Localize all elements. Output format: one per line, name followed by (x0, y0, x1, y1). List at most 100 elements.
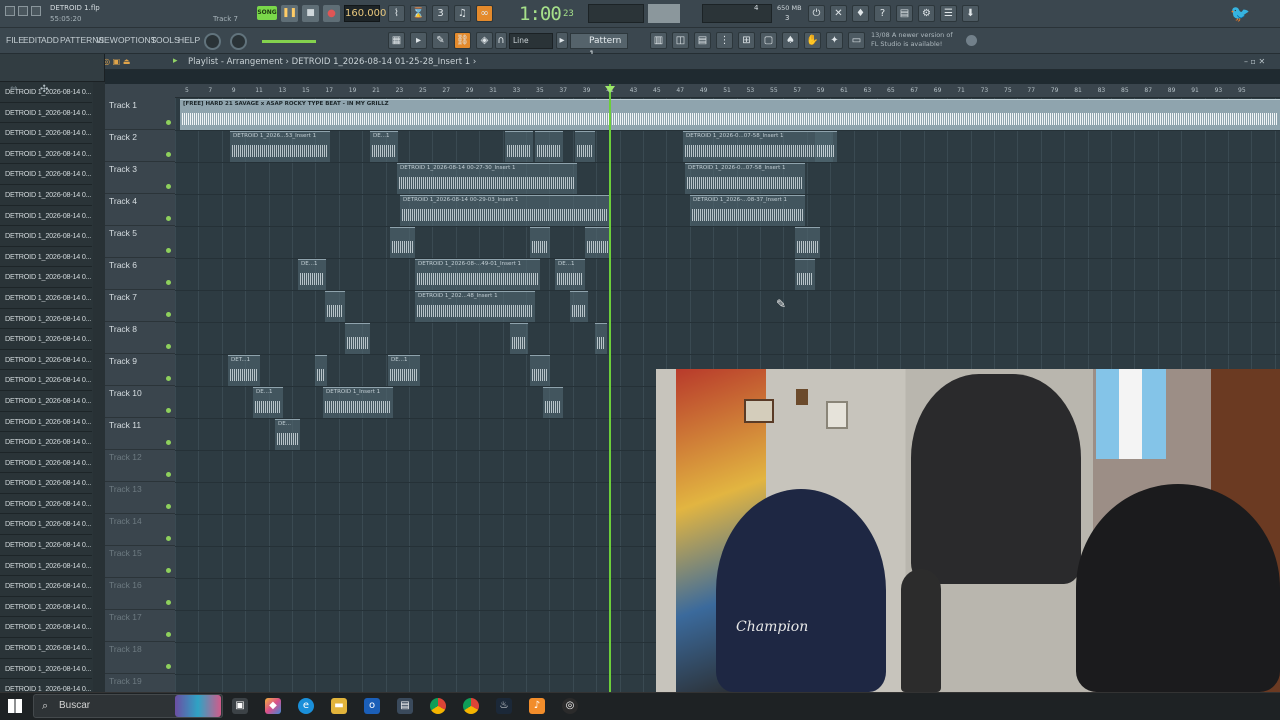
track-enable-led[interactable] (166, 632, 171, 637)
track-header[interactable]: Track 1 (105, 98, 175, 130)
track-header[interactable]: Track 8 (105, 322, 175, 354)
windows-start-icon[interactable] (8, 699, 22, 713)
browser-item[interactable]: DETROID 1_2026-08-14 0... (0, 370, 92, 391)
track-enable-led[interactable] (166, 216, 171, 221)
plugin-picker-icon[interactable]: ♠ (782, 32, 799, 49)
audio-clip[interactable] (315, 355, 327, 386)
play-pause-button[interactable]: ❚❚ (281, 5, 298, 22)
track-header[interactable]: Track 16 (105, 578, 175, 610)
snap-magnet-icon[interactable]: ∩ (495, 32, 507, 49)
browser-item[interactable]: DETROID 1_2026-08-14 0... (0, 597, 92, 618)
pencil-icon[interactable]: ✎ (432, 32, 449, 49)
mic-icon[interactable]: ♦ (852, 5, 869, 22)
browser-item[interactable]: DETROID 1_2026-08-14 0... (0, 309, 92, 330)
track-header[interactable]: Track 15 (105, 546, 175, 578)
chat-icon[interactable]: ☰ (940, 5, 957, 22)
tempo-display[interactable]: 160.000 (344, 5, 386, 22)
browser-nav-icon[interactable]: ⇔ (10, 84, 18, 94)
obs-icon[interactable]: ◎ (562, 698, 578, 714)
track-enable-led[interactable] (166, 376, 171, 381)
audio-clip[interactable]: DE... (275, 419, 300, 450)
audio-clip[interactable]: DET...1 (228, 355, 260, 386)
audio-clip[interactable] (595, 323, 607, 354)
track-header[interactable]: Track 12 (105, 450, 175, 482)
browser-item[interactable]: DETROID 1_2026-08-14 0... (0, 576, 92, 597)
menu-help[interactable]: HELP (178, 35, 200, 45)
track-enable-led[interactable] (166, 600, 171, 605)
time-display[interactable]: 1:00 (519, 3, 562, 25)
browser-item[interactable]: DETROID 1_2026-08-14 0... (0, 514, 92, 536)
audio-clip[interactable] (570, 291, 588, 322)
wait-input-icon[interactable]: ⌛ (410, 5, 427, 22)
news-settings-icon[interactable] (966, 35, 977, 46)
audio-clip[interactable]: DETROID 1_2026-08-14 00-27-30_Insert 1 (397, 163, 577, 194)
audio-clip[interactable]: DE...1 (555, 259, 585, 290)
menu-edit[interactable]: EDIT (23, 35, 42, 45)
blend-notes-icon[interactable]: ♫ (454, 5, 471, 22)
track-header[interactable]: Track 18 (105, 642, 175, 674)
track-header[interactable]: Track 9 (105, 354, 175, 386)
playlist-window-controls[interactable]: – ▫ ✕ (1244, 57, 1265, 66)
video-icon[interactable]: ▭ (848, 32, 865, 49)
playhead-marker[interactable] (605, 86, 615, 93)
track-enable-led[interactable] (166, 248, 171, 253)
menu-add[interactable]: ADD (41, 35, 59, 45)
fl-studio-icon[interactable]: ♪ (529, 698, 545, 714)
audio-clip[interactable] (795, 259, 815, 290)
browser-item[interactable]: DETROID 1_2026-08-14 0... (0, 391, 92, 412)
playlist-play-icon[interactable]: ▸ (173, 56, 178, 66)
track-header[interactable]: Track 11 (105, 418, 175, 450)
track-header[interactable]: Track 2 (105, 130, 175, 162)
audio-clip[interactable] (345, 323, 370, 354)
record-button[interactable]: ● (323, 5, 340, 22)
audio-clip[interactable] (575, 131, 595, 162)
track-enable-led[interactable] (166, 664, 171, 669)
loop-record-icon[interactable]: ∞ (476, 5, 493, 22)
audio-clip[interactable] (543, 387, 563, 418)
link-icon[interactable]: ⛓ (454, 32, 471, 49)
browser-icon[interactable]: ⊞ (738, 32, 755, 49)
track-header[interactable]: Track 13 (105, 482, 175, 514)
minimize-window-icon[interactable] (5, 6, 15, 16)
browser-item[interactable]: DETROID 1_2026-08-14 0... (0, 473, 92, 494)
track-enable-led[interactable] (166, 440, 171, 445)
audio-clip[interactable]: DETROID 1_2026...53_Insert 1 (230, 131, 330, 162)
steam-icon[interactable]: ♨ (496, 698, 512, 714)
pattern-selector[interactable]: Pattern 1 (570, 33, 628, 60)
chrome-icon[interactable] (430, 698, 446, 714)
browser-item[interactable]: DETROID 1_2026-08-14 0... (0, 164, 92, 185)
track-enable-led[interactable] (166, 536, 171, 541)
audio-clip[interactable]: DE...1 (370, 131, 398, 162)
browser-scrollbar[interactable] (93, 82, 105, 692)
audio-clip[interactable]: DETROID 1_Insert 1 (323, 387, 393, 418)
close-window-icon[interactable] (31, 6, 41, 16)
snap-selector[interactable]: Line (509, 33, 553, 49)
browser-item[interactable]: DETROID 1_2026-08-14 0... (0, 185, 92, 206)
audio-clip[interactable]: DE...1 (253, 387, 283, 418)
online-icon[interactable]: ⏻ (808, 5, 825, 22)
audio-clip[interactable]: DETROID 1_2026-...08-37_Insert 1 (690, 195, 805, 226)
timeline-ruler[interactable]: 5791113151719212325272931333537394143454… (175, 84, 1280, 98)
track-enable-led[interactable] (166, 152, 171, 157)
track-header[interactable]: Track 10 (105, 386, 175, 418)
file-explorer-icon[interactable]: ▬ (331, 698, 347, 714)
news-panel[interactable]: 13/08 A newer version of FL Studio is av… (871, 31, 953, 49)
browser-item[interactable]: DETROID 1_2026-08-14 0... (0, 144, 92, 165)
playlist-icon[interactable]: ▦ (388, 32, 405, 49)
track-header[interactable]: Track 14 (105, 514, 175, 546)
audio-clip[interactable]: DETROID 1_202...48_Insert 1 (415, 291, 535, 322)
audio-clip[interactable] (815, 131, 837, 162)
help-icon[interactable]: ? (874, 5, 891, 22)
tempo-tapper-icon[interactable]: ✦ (826, 32, 843, 49)
browser-item[interactable]: DETROID 1_2026-08-14 0... (0, 432, 92, 453)
browser-item[interactable]: DETROID 1_2026-08-14 0... (0, 638, 92, 659)
audio-clip[interactable] (795, 227, 820, 258)
browser-item[interactable]: DETROID 1_2026-08-14 0... (0, 247, 92, 268)
browser-item[interactable]: DETROID 1_2026-08-14 0... (0, 103, 92, 124)
track-enable-led[interactable] (166, 344, 171, 349)
browser-item[interactable]: DETROID 1_2026-08-14 0... (0, 453, 92, 474)
piano-view-icon[interactable]: ▤ (694, 32, 711, 49)
audio-clip[interactable]: DETROID 1_2026-0...07-58_Insert 1 (685, 163, 805, 194)
audio-clip[interactable]: DETROID 1_2026-08-14 00-29-03_Insert 1 (400, 195, 610, 226)
project-icon[interactable]: ▢ (760, 32, 777, 49)
